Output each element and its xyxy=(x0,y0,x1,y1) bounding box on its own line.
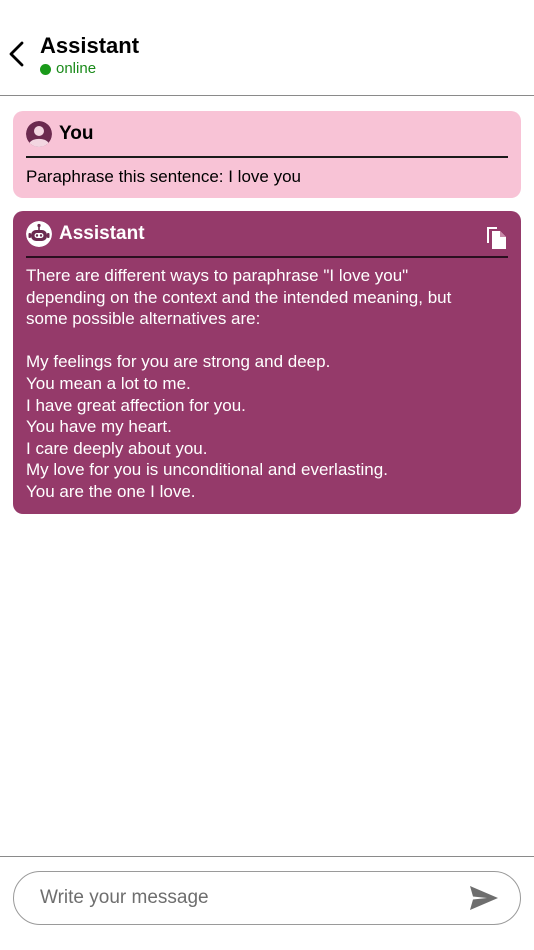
assistant-message: Assistant There are different ways to pa… xyxy=(13,211,521,514)
list-item: You are the one I love. xyxy=(26,481,196,501)
text-line: There are different ways to paraphrase "… xyxy=(26,266,409,285)
copy-button[interactable] xyxy=(484,224,508,250)
message-header: You xyxy=(26,111,508,158)
sender-name: Assistant xyxy=(59,222,145,244)
online-dot-icon xyxy=(40,63,51,75)
message-text: There are different ways to paraphrase "… xyxy=(26,258,508,503)
message-input-box xyxy=(13,871,521,925)
chevron-left-icon xyxy=(9,41,24,67)
robot-avatar-icon xyxy=(26,220,52,247)
send-button[interactable] xyxy=(468,884,500,912)
sender-name: You xyxy=(59,122,94,144)
alternatives-list: My feelings for you are strong and deep.… xyxy=(26,351,508,502)
list-item: You mean a lot to me. xyxy=(26,373,191,393)
user-avatar-icon xyxy=(26,120,52,147)
chat-header: Assistant online xyxy=(0,0,534,96)
copy-icon xyxy=(487,227,506,249)
text-line: some possible alternatives are: xyxy=(26,309,261,329)
back-button[interactable] xyxy=(4,36,30,72)
list-item: My feelings for you are strong and deep. xyxy=(26,352,331,372)
status-text: online xyxy=(56,60,97,77)
list-item: My love for you is unconditional and eve… xyxy=(26,460,388,480)
page-title: Assistant xyxy=(40,33,140,58)
message-text: Paraphrase this sentence: I love you xyxy=(26,167,301,186)
message-header: Assistant xyxy=(26,211,508,258)
send-icon xyxy=(470,886,498,910)
chat-screen: Assistant online You Paraphrase this sen… xyxy=(0,0,534,950)
list-item: I care deeply about you. xyxy=(26,438,208,458)
list-item: I have great affection for you. xyxy=(26,395,246,415)
composer-bar xyxy=(0,856,534,950)
user-message: You Paraphrase this sentence: I love you xyxy=(13,111,521,198)
status-indicator: online xyxy=(40,60,96,78)
list-item: You have my heart. xyxy=(26,417,172,437)
message-input[interactable] xyxy=(40,872,460,924)
text-line: depending on the context and the intende… xyxy=(26,287,452,307)
message-intro: There are different ways to paraphrase "… xyxy=(26,265,508,330)
